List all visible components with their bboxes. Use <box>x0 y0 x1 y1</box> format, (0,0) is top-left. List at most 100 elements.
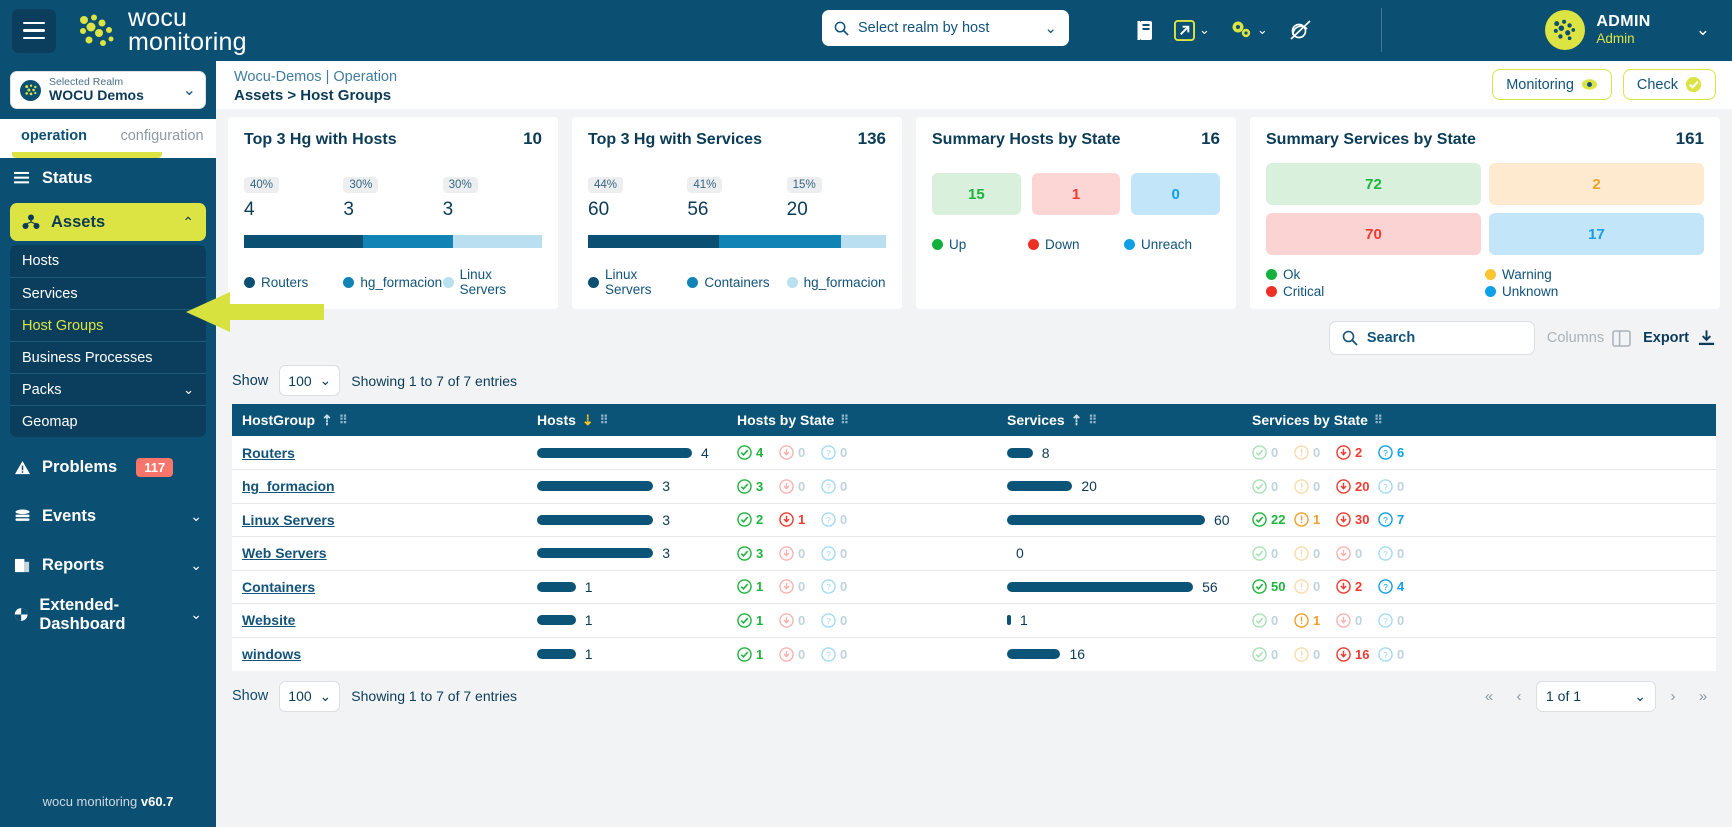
drag-handle-icon[interactable]: ⠿ <box>600 413 609 427</box>
check-button[interactable]: Check <box>1622 69 1716 100</box>
sidebar-item-hosts[interactable]: Hosts <box>10 245 206 277</box>
legend-item: hg_formacion <box>343 267 442 297</box>
hamburger-icon[interactable] <box>12 8 56 53</box>
sidebar-item-host-groups[interactable]: Host Groups <box>10 309 206 341</box>
col-hostgroup[interactable]: HostGroup ⇡ ⠿ <box>232 404 527 436</box>
cell-hostgroup: Website <box>232 603 527 638</box>
col-label: Services <box>1007 412 1065 428</box>
sidebar-item-extended-dashboard[interactable]: Extended-Dashboard ⌄ <box>0 594 216 635</box>
hostgroup-link[interactable]: hg_formacion <box>242 478 335 494</box>
hostgroup-link[interactable]: Containers <box>242 579 315 595</box>
drag-handle-icon[interactable]: ⠿ <box>339 413 348 427</box>
mute-notification-icon[interactable] <box>1281 15 1319 45</box>
card-total: 10 <box>523 129 542 148</box>
tab-configuration[interactable]: configuration <box>108 119 216 152</box>
sidebar-item-services[interactable]: Services <box>10 277 206 309</box>
col-services[interactable]: Services ⇡ ⠿ <box>997 404 1242 436</box>
sidebar-item-business-processes[interactable]: Business Processes <box>10 341 206 373</box>
state-count-value: 6 <box>1397 445 1405 460</box>
cell-services-by-state: 22 1 30? 7 <box>1242 503 1716 537</box>
user-menu[interactable]: ADMIN Admin ⌄ <box>1535 5 1720 55</box>
col-hosts-by-state[interactable]: Hosts by State ⠿ <box>727 404 997 436</box>
status-badge: 117 <box>136 458 174 477</box>
state-count-value: 0 <box>1313 478 1321 494</box>
legend-item: hg_formacion <box>786 267 886 297</box>
card-stats: 44% 60 41% 56 15% 20 <box>588 175 886 221</box>
next-page-button[interactable]: › <box>1660 683 1686 709</box>
monitoring-button[interactable]: Monitoring <box>1492 69 1612 100</box>
selected-realm-dropdown[interactable]: Selected Realm WOCU Demos ⌄ <box>10 71 206 109</box>
chart-legend: Linux Servers Containers hg_formacion <box>588 267 886 297</box>
question-circle-icon: ? <box>821 512 836 528</box>
card-header: Top 3 Hg with Hosts 10 <box>244 129 542 149</box>
state-tile-up[interactable]: 15 <box>932 173 1021 215</box>
sort-desc-icon[interactable]: ⇣ <box>582 412 594 429</box>
hostgroup-link[interactable]: Linux Servers <box>242 512 335 528</box>
col-hosts[interactable]: Hosts ⇣ ⠿ <box>527 404 727 436</box>
state-tile-ok[interactable]: 72 <box>1266 163 1481 205</box>
col-services-by-state[interactable]: Services by State ⠿ <box>1242 404 1716 436</box>
sidebar-item-packs[interactable]: Packs ⌄ <box>10 373 206 405</box>
last-page-button[interactable]: » <box>1690 683 1716 709</box>
state-tile-unknown[interactable]: 17 <box>1489 213 1704 255</box>
state-count-ok: 0 <box>1252 445 1290 460</box>
hosts-bar <box>537 514 654 525</box>
sub-item-label: Services <box>22 285 78 302</box>
stat-value: 3 <box>442 199 454 220</box>
state-count-value: 20 <box>1355 478 1370 494</box>
realm-search-input[interactable]: Select realm by host ⌄ <box>822 10 1069 46</box>
state-tile-down[interactable]: 1 <box>1031 173 1121 215</box>
cell-hosts-by-state: 3 0? 0 <box>727 536 997 571</box>
external-link-icon[interactable]: ⌄ <box>1168 17 1216 44</box>
check-circle-icon <box>737 646 752 662</box>
state-tile-unreach[interactable]: 0 <box>1131 173 1221 215</box>
state-tile-critical[interactable]: 70 <box>1266 213 1481 255</box>
first-page-button[interactable]: « <box>1476 683 1502 709</box>
prev-page-button[interactable]: ‹ <box>1506 683 1532 709</box>
hostgroup-link[interactable]: windows <box>242 646 301 662</box>
sidebar-item-status[interactable]: Status <box>0 158 216 199</box>
gears-icon[interactable]: ⌄ <box>1223 16 1274 44</box>
stat-item: 44% 60 <box>588 175 687 221</box>
tab-operation[interactable]: operation <box>0 119 108 152</box>
state-count-value: 2 <box>756 512 764 528</box>
export-button[interactable]: Export <box>1643 329 1716 347</box>
state-count-value: 4 <box>1397 579 1405 595</box>
sidebar-item-problems[interactable]: Problems 117 <box>0 447 216 488</box>
state-tile-warning[interactable]: 2 <box>1489 163 1704 205</box>
sidebar-item-events[interactable]: Events ⌄ <box>0 496 216 537</box>
sidebar-item-geomap[interactable]: Geomap <box>10 405 206 437</box>
card-summary-services-by-state: Summary Services by State 161 72 2 70 17… <box>1250 117 1720 309</box>
brand-line1: wocu <box>128 3 188 32</box>
book-icon[interactable] <box>1130 17 1161 44</box>
hostgroup-link[interactable]: Routers <box>242 445 295 461</box>
hosts-bar <box>537 548 654 559</box>
legend-label: Ok <box>1283 267 1301 282</box>
bar-segment <box>452 235 542 248</box>
hostgroup-link[interactable]: Website <box>242 612 295 628</box>
state-count-down: 1 <box>779 512 817 527</box>
page-select[interactable]: 1 of 1 ⌄ <box>1536 680 1656 712</box>
card-top3-hg-services: Top 3 Hg with Services 136 44% 60 41% 56 <box>572 117 902 309</box>
sidebar-item-reports[interactable]: Reports ⌄ <box>0 545 216 586</box>
cell-services-by-state: 0 0 0? 0 <box>1242 536 1716 571</box>
columns-button[interactable]: Columns <box>1547 329 1631 347</box>
search-input[interactable]: Search <box>1328 321 1535 355</box>
user-labels: ADMIN Admin <box>1596 13 1650 47</box>
hosts-value: 3 <box>662 545 671 562</box>
legend-dot-icon <box>442 276 454 288</box>
sidebar-item-assets[interactable]: Assets ⌃ <box>10 203 206 241</box>
state-count-ok: 0 <box>1252 613 1290 628</box>
legend-dot-icon <box>588 276 599 288</box>
drag-handle-icon[interactable]: ⠿ <box>1088 413 1097 427</box>
sort-asc-icon[interactable]: ⇡ <box>321 412 333 429</box>
stat-value: 4 <box>244 199 255 220</box>
hostgroup-link[interactable]: Web Servers <box>242 545 327 561</box>
drag-handle-icon[interactable]: ⠿ <box>1374 413 1383 427</box>
sort-asc-icon[interactable]: ⇡ <box>1071 412 1083 429</box>
page-size-select[interactable]: 100 ⌄ <box>279 680 341 712</box>
bar-segment <box>363 235 453 248</box>
page-size-select[interactable]: 100 ⌄ <box>279 365 341 396</box>
state-count-value: 7 <box>1397 512 1405 528</box>
drag-handle-icon[interactable]: ⠿ <box>840 413 849 427</box>
